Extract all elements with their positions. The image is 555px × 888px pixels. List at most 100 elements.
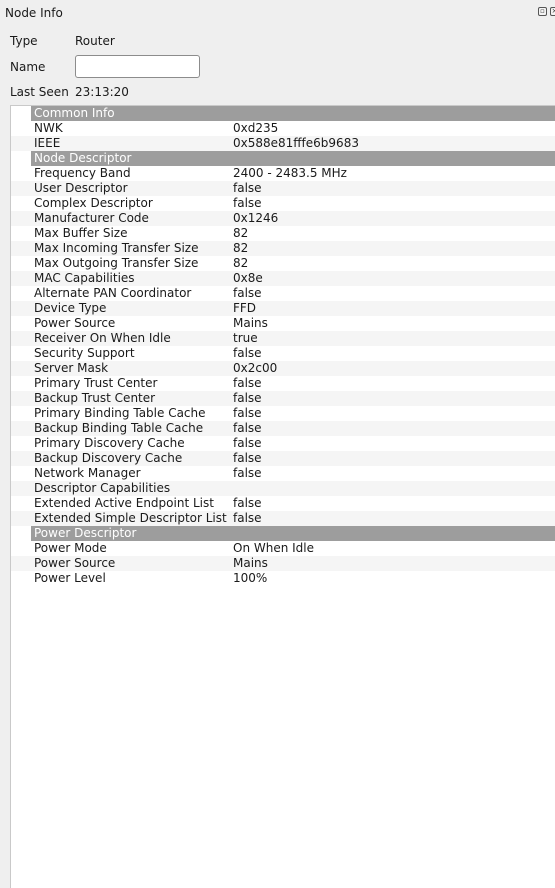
tree-row[interactable]: Frequency Band 2400 - 2483.5 MHz bbox=[11, 166, 555, 181]
property-value: false bbox=[233, 496, 262, 510]
property-name: MAC Capabilities bbox=[34, 271, 135, 285]
tree-row[interactable]: Network Manager false bbox=[11, 466, 555, 481]
tree-row[interactable]: User Descriptor false bbox=[11, 181, 555, 196]
property-name: Backup Binding Table Cache bbox=[34, 421, 204, 435]
tree-row[interactable]: Server Mask 0x2c00 bbox=[11, 361, 555, 376]
tree-row[interactable]: IEEE 0x588e81fffe6b9683 bbox=[11, 136, 555, 151]
property-name: Backup Discovery Cache bbox=[34, 451, 183, 465]
tree-row[interactable]: Extended Simple Descriptor List false bbox=[11, 511, 555, 526]
tree-row[interactable]: Backup Binding Table Cache false bbox=[11, 421, 555, 436]
tree-row[interactable]: MAC Capabilities 0x8e bbox=[11, 271, 555, 286]
property-value: false bbox=[233, 451, 262, 465]
property-name: Power Source bbox=[34, 556, 116, 570]
property-value: true bbox=[233, 331, 258, 345]
property-value: false bbox=[233, 196, 262, 210]
tree-section-header[interactable]: Node Descriptor bbox=[31, 151, 555, 166]
property-name: NWK bbox=[34, 121, 63, 135]
property-value: 2400 - 2483.5 MHz bbox=[233, 166, 347, 180]
float-window-icon[interactable]: ▫ bbox=[538, 7, 547, 16]
property-name: Descriptor Capabilities bbox=[34, 481, 171, 495]
tree-row[interactable]: Max Incoming Transfer Size 82 bbox=[11, 241, 555, 256]
property-name: Max Outgoing Transfer Size bbox=[34, 256, 199, 270]
property-name: Network Manager bbox=[34, 466, 141, 480]
name-label: Name bbox=[10, 60, 46, 74]
tree-section-header[interactable]: Common Info bbox=[31, 106, 555, 121]
property-value: false bbox=[233, 346, 262, 360]
tree-row[interactable]: Extended Active Endpoint List false bbox=[11, 496, 555, 511]
property-name: Device Type bbox=[34, 301, 107, 315]
property-value: 82 bbox=[233, 241, 249, 255]
window-title: Node Info bbox=[5, 6, 63, 20]
property-value: false bbox=[233, 391, 262, 405]
last-seen-value: 23:13:20 bbox=[75, 85, 129, 99]
property-value: 0x588e81fffe6b9683 bbox=[233, 136, 359, 150]
property-value: false bbox=[233, 406, 262, 420]
property-name: Complex Descriptor bbox=[34, 196, 153, 210]
node-info-tree[interactable]: Common Info NWK 0xd235 IEEE 0x588e81fffe6b96… bbox=[10, 105, 555, 888]
tree-row[interactable]: Power Level 100% bbox=[11, 571, 555, 586]
property-name: Power Level bbox=[34, 571, 106, 585]
property-value: 0x1246 bbox=[233, 211, 279, 225]
property-name: Alternate PAN Coordinator bbox=[34, 286, 192, 300]
property-name: Power Source bbox=[34, 316, 116, 330]
property-name: User Descriptor bbox=[34, 181, 128, 195]
tree-row[interactable]: Complex Descriptor false bbox=[11, 196, 555, 211]
property-name: IEEE bbox=[34, 136, 61, 150]
tree-row[interactable]: NWK 0xd235 bbox=[11, 121, 555, 136]
tree-row[interactable]: Primary Discovery Cache false bbox=[11, 436, 555, 451]
property-name: Max Buffer Size bbox=[34, 226, 128, 240]
section-title: Power Descriptor bbox=[34, 526, 137, 540]
tree-row[interactable]: Max Outgoing Transfer Size 82 bbox=[11, 256, 555, 271]
property-value: On When Idle bbox=[233, 541, 315, 555]
property-value: 100% bbox=[233, 571, 268, 585]
property-name: Frequency Band bbox=[34, 166, 131, 180]
tree-section-header[interactable]: Power Descriptor bbox=[31, 526, 555, 541]
section-title: Node Descriptor bbox=[34, 151, 132, 165]
property-value: false bbox=[233, 436, 262, 450]
tree-row[interactable]: Power Source Mains bbox=[11, 556, 555, 571]
property-value: false bbox=[233, 376, 262, 390]
property-name: Primary Trust Center bbox=[34, 376, 158, 390]
property-name: Extended Active Endpoint List bbox=[34, 496, 214, 510]
property-value: 82 bbox=[233, 256, 249, 270]
tree-row[interactable]: Primary Trust Center false bbox=[11, 376, 555, 391]
property-value: Mains bbox=[233, 556, 268, 570]
tree-row[interactable]: Max Buffer Size 82 bbox=[11, 226, 555, 241]
property-value: false bbox=[233, 511, 262, 525]
last-seen-label: Last Seen bbox=[10, 85, 69, 99]
property-value: 0x8e bbox=[233, 271, 263, 285]
type-label: Type bbox=[10, 34, 38, 48]
tree-row[interactable]: Power Source Mains bbox=[11, 316, 555, 331]
property-value: false bbox=[233, 421, 262, 435]
tree-row[interactable]: Backup Trust Center false bbox=[11, 391, 555, 406]
property-name: Receiver On When Idle bbox=[34, 331, 171, 345]
type-value: Router bbox=[75, 34, 115, 48]
section-title: Common Info bbox=[34, 106, 115, 120]
property-value: 0xd235 bbox=[233, 121, 279, 135]
close-window-icon[interactable]: × bbox=[550, 7, 555, 16]
property-value: 82 bbox=[233, 226, 249, 240]
name-input[interactable] bbox=[75, 55, 200, 78]
tree-row[interactable]: Alternate PAN Coordinator false bbox=[11, 286, 555, 301]
property-name: Backup Trust Center bbox=[34, 391, 156, 405]
property-value: 0x2c00 bbox=[233, 361, 278, 375]
property-name: Primary Binding Table Cache bbox=[34, 406, 206, 420]
tree-row[interactable]: Device Type FFD bbox=[11, 301, 555, 316]
tree-row[interactable]: Security Support false bbox=[11, 346, 555, 361]
property-name: Manufacturer Code bbox=[34, 211, 149, 225]
property-name: Max Incoming Transfer Size bbox=[34, 241, 199, 255]
property-value: false bbox=[233, 286, 262, 300]
tree-row[interactable]: Receiver On When Idle true bbox=[11, 331, 555, 346]
property-name: Extended Simple Descriptor List bbox=[34, 511, 227, 525]
tree-row[interactable]: Power Mode On When Idle bbox=[11, 541, 555, 556]
property-name: Power Mode bbox=[34, 541, 107, 555]
tree-row[interactable]: Backup Discovery Cache false bbox=[11, 451, 555, 466]
tree-row[interactable]: Descriptor Capabilities bbox=[11, 481, 555, 496]
property-name: Security Support bbox=[34, 346, 135, 360]
property-value: FFD bbox=[233, 301, 257, 315]
tree-row[interactable]: Manufacturer Code 0x1246 bbox=[11, 211, 555, 226]
property-value: false bbox=[233, 181, 262, 195]
tree-row[interactable]: Primary Binding Table Cache false bbox=[11, 406, 555, 421]
property-name: Primary Discovery Cache bbox=[34, 436, 185, 450]
property-name: Server Mask bbox=[34, 361, 109, 375]
